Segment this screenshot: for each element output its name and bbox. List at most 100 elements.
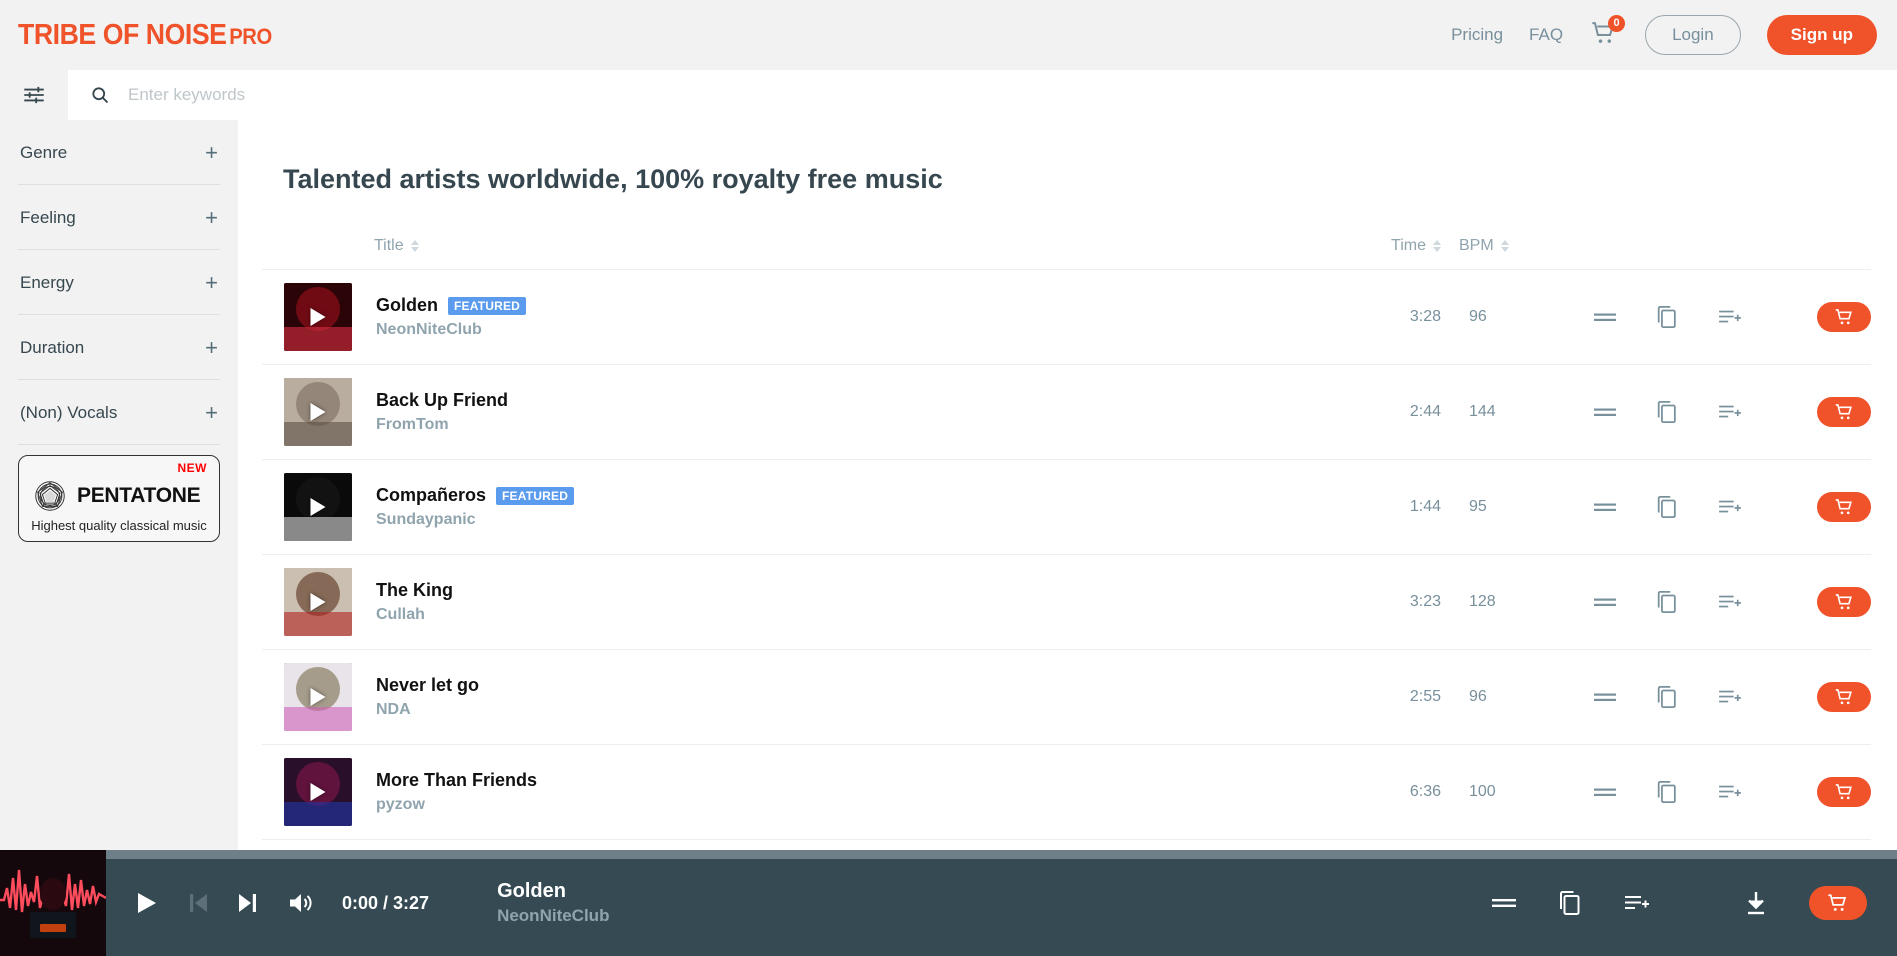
- track-add-to-cart-button[interactable]: [1817, 492, 1871, 522]
- track-artist[interactable]: NeonNiteClub: [376, 321, 526, 339]
- track-title[interactable]: Never let go: [376, 675, 479, 696]
- sidebar-filter-feeling[interactable]: Feeling +: [18, 185, 220, 250]
- copy-icon: [1657, 590, 1676, 614]
- filter-toggle-button[interactable]: [0, 70, 68, 120]
- track-row[interactable]: The King Cullah 3:23 128: [262, 555, 1871, 650]
- track-add-to-playlist-button[interactable]: [1717, 307, 1743, 327]
- track-add-to-cart-button[interactable]: [1817, 587, 1871, 617]
- player-progress-bar[interactable]: [0, 850, 1897, 859]
- sort-arrows-icon[interactable]: [1433, 240, 1441, 252]
- site-logo[interactable]: TRIBE OF NOISE PRO: [18, 19, 272, 52]
- sort-arrows-icon[interactable]: [410, 240, 419, 252]
- sidebar-filter-non-vocals[interactable]: (Non) Vocals +: [18, 380, 220, 445]
- play-overlay-icon: [310, 308, 326, 326]
- player-similar-button[interactable]: [1491, 896, 1517, 910]
- nav-link-faq[interactable]: FAQ: [1529, 25, 1563, 45]
- track-artist[interactable]: Sundaypanic: [376, 511, 574, 529]
- sidebar-filter-duration[interactable]: Duration +: [18, 315, 220, 380]
- track-row[interactable]: Back Up Friend FromTom 2:44 144: [262, 365, 1871, 460]
- page-title: Talented artists worldwide, 100% royalty…: [283, 164, 943, 194]
- track-artist[interactable]: Cullah: [376, 606, 453, 624]
- sort-arrows-icon[interactable]: [1500, 240, 1509, 252]
- track-artist[interactable]: pyzow: [376, 796, 537, 814]
- track-row[interactable]: More Than Friends pyzow 6:36 100: [262, 745, 1871, 840]
- track-similar-button[interactable]: [1593, 311, 1617, 324]
- track-add-to-playlist-button[interactable]: [1717, 497, 1743, 517]
- column-header-bpm[interactable]: BPM: [1459, 237, 1571, 255]
- track-bpm: 144: [1469, 403, 1496, 420]
- track-similar-button[interactable]: [1593, 786, 1617, 799]
- track-row[interactable]: Never let go NDA 2:55 96: [262, 650, 1871, 745]
- track-title[interactable]: The King: [376, 580, 453, 601]
- player-download-button[interactable]: [1743, 889, 1769, 917]
- track-title[interactable]: Compañeros: [376, 485, 486, 506]
- player-play-button[interactable]: [136, 891, 158, 915]
- track-bpm: 128: [1469, 593, 1496, 610]
- nav-link-pricing[interactable]: Pricing: [1451, 25, 1503, 45]
- player-next-button[interactable]: [238, 892, 258, 914]
- track-add-to-playlist-button[interactable]: [1717, 402, 1743, 422]
- track-thumbnail[interactable]: [284, 473, 352, 541]
- track-actions: [1571, 777, 1871, 807]
- player-copy-button[interactable]: [1557, 889, 1583, 917]
- player-add-to-cart-button[interactable]: [1809, 886, 1867, 920]
- column-label-time: Time: [1391, 237, 1426, 254]
- track-title[interactable]: More Than Friends: [376, 770, 537, 791]
- track-copy-button[interactable]: [1655, 589, 1679, 615]
- track-time: 1:44: [1409, 498, 1441, 515]
- playlist-add-icon: [1719, 595, 1741, 608]
- column-label-title: Title: [374, 237, 404, 254]
- track-thumbnail[interactable]: [284, 758, 352, 826]
- player-volume-button[interactable]: [288, 891, 314, 915]
- track-title[interactable]: Golden: [376, 295, 438, 316]
- login-button[interactable]: Login: [1645, 15, 1741, 55]
- track-actions: [1571, 587, 1871, 617]
- track-actions: [1571, 397, 1871, 427]
- player-track-title[interactable]: Golden: [497, 880, 609, 903]
- track-add-to-cart-button[interactable]: [1817, 397, 1871, 427]
- track-thumbnail[interactable]: [284, 568, 352, 636]
- track-add-to-playlist-button[interactable]: [1717, 782, 1743, 802]
- column-header-title[interactable]: Title: [374, 237, 419, 255]
- next-track-icon: [239, 894, 256, 912]
- track-add-to-playlist-button[interactable]: [1717, 687, 1743, 707]
- track-title[interactable]: Back Up Friend: [376, 390, 508, 411]
- player-previous-button[interactable]: [188, 892, 208, 914]
- track-row[interactable]: Golden FEATURED NeonNiteClub 3:28 96: [262, 270, 1871, 365]
- equals-icon: [1594, 408, 1616, 416]
- track-artist[interactable]: FromTom: [376, 416, 508, 434]
- track-copy-button[interactable]: [1655, 399, 1679, 425]
- track-add-to-playlist-button[interactable]: [1717, 592, 1743, 612]
- track-info: The King Cullah: [376, 580, 453, 624]
- player-track-artist[interactable]: NeonNiteClub: [497, 906, 609, 926]
- track-copy-button[interactable]: [1655, 304, 1679, 330]
- track-thumbnail[interactable]: [284, 283, 352, 351]
- track-thumbnail[interactable]: [284, 378, 352, 446]
- track-copy-button[interactable]: [1655, 779, 1679, 805]
- track-similar-button[interactable]: [1593, 691, 1617, 704]
- track-add-to-cart-button[interactable]: [1817, 777, 1871, 807]
- featured-badge: FEATURED: [496, 486, 575, 505]
- track-copy-button[interactable]: [1655, 684, 1679, 710]
- signup-button[interactable]: Sign up: [1766, 15, 1877, 55]
- track-add-to-cart-button[interactable]: [1817, 302, 1871, 332]
- player-add-to-playlist-button[interactable]: [1623, 892, 1651, 914]
- track-row[interactable]: Compañeros FEATURED Sundaypanic 1:44 95: [262, 460, 1871, 555]
- track-copy-button[interactable]: [1655, 494, 1679, 520]
- column-header-time[interactable]: Time: [1333, 237, 1441, 255]
- track-artist[interactable]: NDA: [376, 701, 479, 719]
- track-add-to-cart-button[interactable]: [1817, 682, 1871, 712]
- cart-icon: [1835, 309, 1852, 325]
- sidebar-filter-energy[interactable]: Energy +: [18, 250, 220, 315]
- promo-card-pentatone[interactable]: NEW PENTATONE Highest quality classical …: [18, 455, 220, 542]
- search-input[interactable]: [126, 84, 1897, 106]
- cart-button[interactable]: 0: [1589, 15, 1626, 51]
- filter-label: Duration: [20, 338, 85, 357]
- track-similar-button[interactable]: [1593, 406, 1617, 419]
- cart-icon: [1835, 404, 1852, 420]
- sidebar-filter-genre[interactable]: Genre +: [18, 120, 220, 185]
- search-field[interactable]: [68, 70, 1897, 120]
- track-similar-button[interactable]: [1593, 596, 1617, 609]
- track-thumbnail[interactable]: [284, 663, 352, 731]
- track-similar-button[interactable]: [1593, 501, 1617, 514]
